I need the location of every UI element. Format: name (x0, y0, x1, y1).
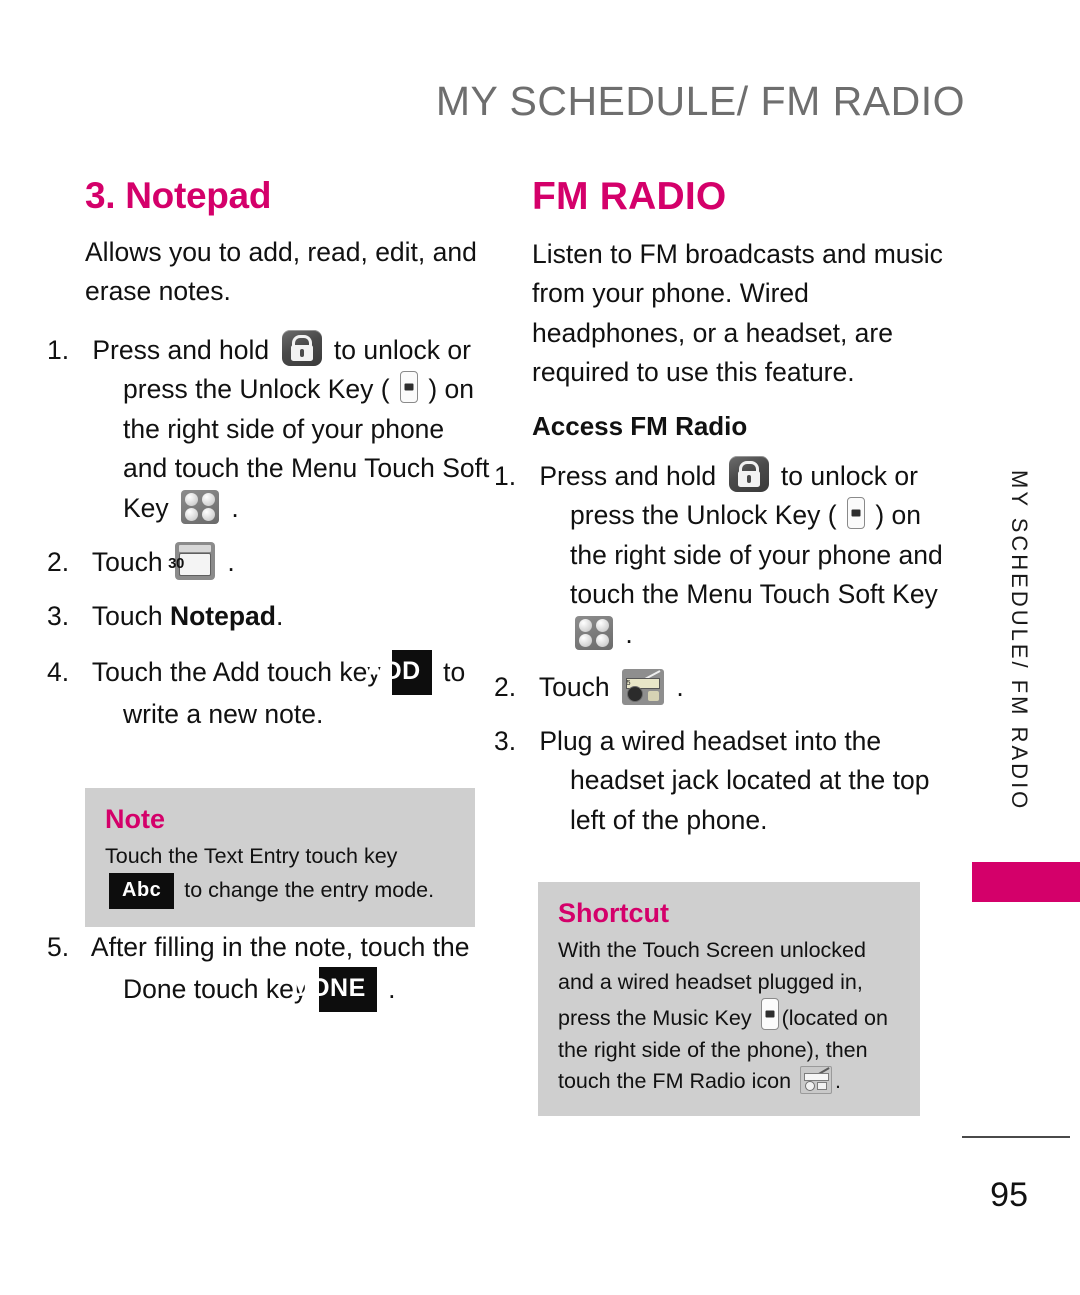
step-text: Touch (91, 600, 163, 631)
step-text: . (625, 618, 633, 649)
step-text: Touch the Add touch key (91, 657, 381, 688)
calendar-icon: 30 (168, 542, 215, 581)
notepad-step-1: 1. Press and hold to unlock or press the… (47, 329, 490, 528)
notepad-intro: Allows you to add, read, edit, and erase… (85, 237, 477, 307)
step-text: . (227, 547, 235, 578)
fm-radio-heading: FM RADIO (532, 175, 727, 218)
menu-touch-soft-key-icon (575, 615, 613, 650)
manual-page: MY SCHEDULE/ FM RADIO 3. Notepad Allows … (0, 0, 1080, 1295)
step-text: Plug a wired headset into the headset ja… (539, 725, 930, 835)
footer-divider (962, 1136, 1070, 1138)
step-text: . (231, 492, 239, 523)
music-key-icon (760, 998, 779, 1031)
page-header: MY SCHEDULE/ FM RADIO (435, 78, 965, 124)
note-callout-title: Note (105, 804, 165, 834)
shortcut-callout-title: Shortcut (558, 898, 669, 928)
note-callout-text: Touch the Text Entry touch key Abc to ch… (105, 841, 455, 909)
notepad-heading: 3. Notepad (85, 175, 272, 216)
step-text: . (388, 974, 396, 1005)
text-entry-key-badge[interactable]: Abc (109, 872, 175, 909)
shortcut-callout: Shortcut With the Touch Screen unlocked … (538, 882, 920, 1116)
done-touch-key-badge[interactable]: DONE (292, 967, 377, 1012)
step-text: Press and hold (539, 460, 717, 491)
menu-touch-soft-key-icon (181, 489, 220, 524)
fm-radio-step-3: 3. Plug a wired headset into the headset… (494, 725, 930, 835)
fm-radio-step-2: 2. Touch 95.5 . (494, 668, 947, 707)
add-touch-key-badge[interactable]: ADD (365, 650, 432, 695)
notepad-step-5: 5. After filling in the note, touch the … (47, 928, 525, 1012)
notepad-step-2: 2. Touch 30 . (47, 542, 490, 582)
page-number: 95 (990, 1176, 1028, 1214)
side-unlock-key-icon (399, 371, 418, 404)
calendar-day-label: 30 (168, 553, 211, 577)
step-text: Touch (538, 672, 610, 703)
lock-icon (728, 455, 769, 492)
lock-icon (281, 329, 322, 366)
access-fm-radio-subheading: Access FM Radio (532, 410, 748, 441)
step-text: . (275, 600, 284, 631)
notepad-step-5-wrapper: 5. After filling in the note, touch the … (47, 928, 525, 1026)
step-text: Touch (91, 547, 163, 578)
fm-radio-icon (800, 1066, 833, 1095)
shortcut-callout-text: With the Touch Screen unlocked and a wir… (558, 935, 900, 1098)
note-text-part1: Touch the Text Entry touch key (105, 844, 398, 868)
shortcut-text-part3: . (835, 1069, 842, 1094)
notepad-step-3: 3. Touch Notepad. (47, 600, 284, 631)
fm-radio-icon: 95.5 (621, 669, 664, 706)
fm-radio-intro: Listen to FM broadcasts and music from y… (532, 239, 943, 388)
side-tab-label: MY SCHEDULE/ FM RADIO (1007, 470, 1032, 812)
step-text: Press and hold (92, 334, 270, 365)
step-text: After filling in the note, touch the Don… (90, 932, 470, 1005)
note-text-part2: to change the entry mode. (184, 877, 435, 902)
fm-radio-step-1: 1. Press and hold to unlock or press the… (494, 455, 947, 654)
step-text: . (676, 672, 684, 703)
side-tab-marker (972, 862, 1080, 902)
side-unlock-key-icon (846, 497, 865, 530)
notepad-step-4: 4. Touch the Add touch key ADD to write … (47, 650, 490, 734)
left-column: 3. Notepad Allows you to add, read, edit… (47, 175, 490, 748)
note-callout: Note Touch the Text Entry touch key Abc … (85, 788, 475, 927)
right-column: FM RADIO Listen to FM broadcasts and mus… (494, 175, 947, 854)
step-text-bold: Notepad (169, 600, 276, 631)
